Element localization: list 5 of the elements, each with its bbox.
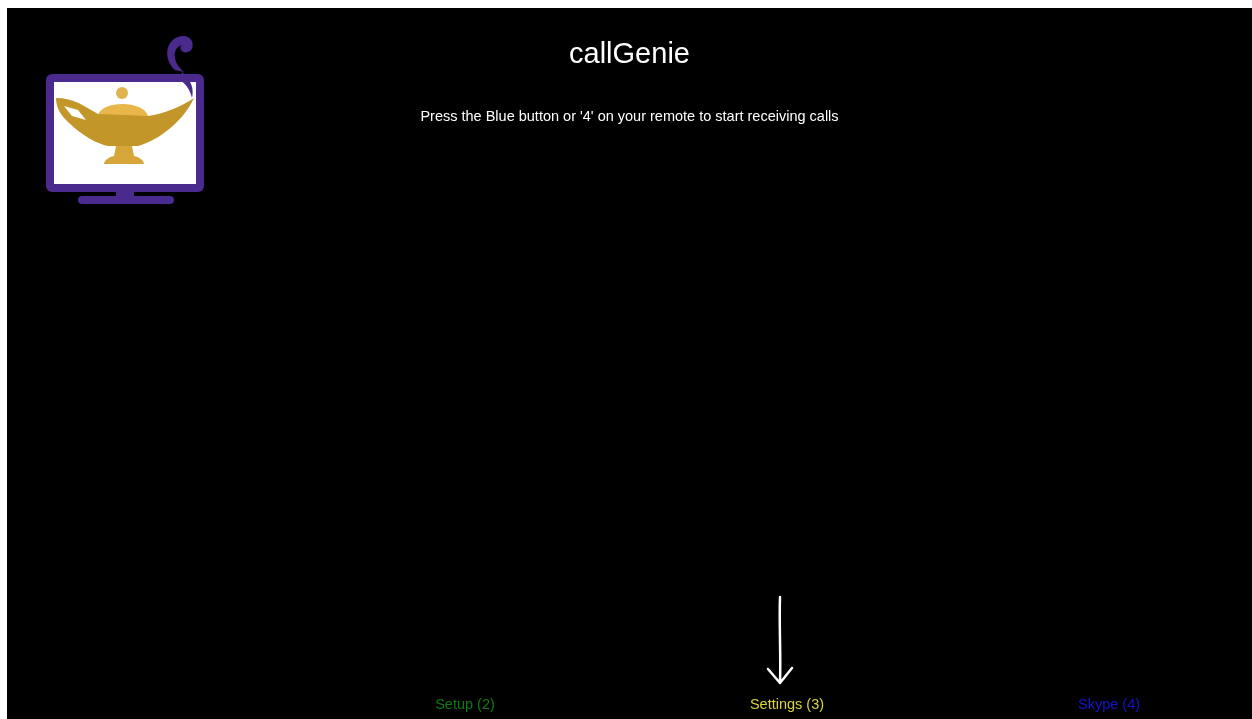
menu-option[interactable]: Setup (2) <box>435 695 495 713</box>
app-title: callGenie <box>569 36 690 70</box>
menu-option[interactable]: Settings (3) <box>749 695 825 713</box>
menu-option[interactable]: Skype (4) <box>1077 695 1141 713</box>
instruction-text: Press the Blue button or '4' on your remote to start receiving calls <box>420 107 839 125</box>
